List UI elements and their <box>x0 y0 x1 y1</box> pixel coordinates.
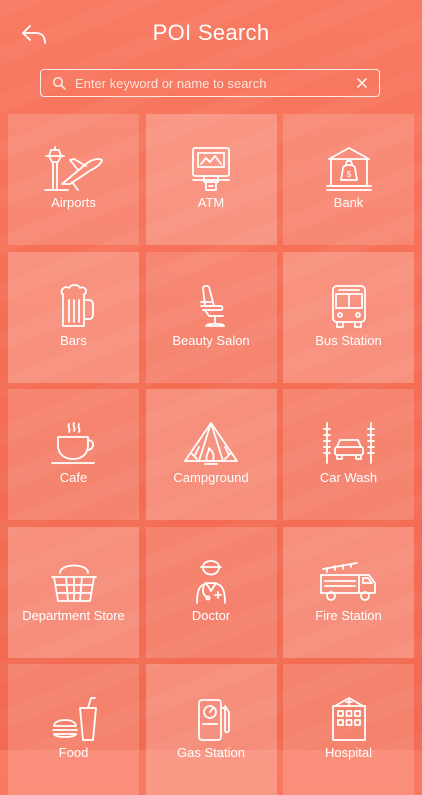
hospital-building-icon <box>331 697 366 741</box>
tent-icon <box>184 422 238 465</box>
search-icon <box>53 77 66 90</box>
category-tile-beauty-salon[interactable]: Beauty Salon <box>145 251 277 383</box>
fast-food-icon <box>51 697 97 741</box>
category-tile-hospital[interactable]: Hospital <box>283 664 414 795</box>
header: POI Search <box>0 0 422 68</box>
category-tile-cafe[interactable]: Cafe <box>8 389 139 520</box>
category-tile-fire-station[interactable]: Fire Station <box>283 526 414 658</box>
close-icon[interactable] <box>357 78 367 88</box>
airport-icon <box>43 146 103 191</box>
category-label: Bank <box>333 195 364 210</box>
page-title: POI Search <box>152 20 270 45</box>
bus-icon <box>331 284 366 328</box>
category-grid: Airports ATM $ Bank Bars Beauty Salon Bu… <box>8 114 414 795</box>
category-tile-car-wash[interactable]: Car Wash <box>283 389 414 520</box>
category-label: Car Wash <box>319 470 378 485</box>
category-label: Gas Station <box>177 745 245 760</box>
svg-text:$: $ <box>346 170 351 179</box>
fire-truck-icon <box>319 561 376 601</box>
category-label: Bus Station <box>315 332 382 348</box>
search-input[interactable] <box>66 71 357 95</box>
category-tile-gas-station[interactable]: Gas Station <box>145 664 277 795</box>
coffee-cup-icon <box>50 422 95 464</box>
category-label: ATM <box>197 195 225 210</box>
category-label: Airports <box>51 195 96 210</box>
category-tile-airports[interactable]: Airports <box>8 114 139 245</box>
category-label: Doctor <box>191 607 231 623</box>
category-label: Hospital <box>325 745 372 760</box>
atm-icon <box>192 147 230 191</box>
category-label: Cafe <box>59 470 88 485</box>
category-tile-campground[interactable]: Campground <box>145 389 277 520</box>
doctor-icon <box>196 559 226 604</box>
category-label: Bars <box>60 332 87 348</box>
category-tile-bank[interactable]: $ Bank <box>283 114 414 245</box>
category-tile-bars[interactable]: Bars <box>8 251 139 383</box>
category-tile-bus-station[interactable]: Bus Station <box>283 251 414 383</box>
car-wash-icon <box>322 422 375 464</box>
category-label: Beauty Salon <box>172 332 250 348</box>
category-tile-atm[interactable]: ATM <box>145 114 277 245</box>
category-label: Campground <box>173 470 249 485</box>
category-label: Fire Station <box>315 607 382 623</box>
beer-mug-icon <box>60 283 94 327</box>
shopping-basket-icon <box>50 564 97 602</box>
category-tile-food[interactable]: Food <box>8 664 139 795</box>
category-label: Food <box>58 745 89 760</box>
category-tile-department-store[interactable]: Department Store <box>8 526 139 658</box>
category-tile-doctor[interactable]: Doctor <box>145 526 277 658</box>
search-box[interactable] <box>40 69 380 97</box>
bank-icon: $ <box>325 147 372 191</box>
category-label: Department Store <box>22 607 125 623</box>
salon-chair-icon <box>200 284 225 327</box>
gas-pump-icon <box>198 699 230 741</box>
